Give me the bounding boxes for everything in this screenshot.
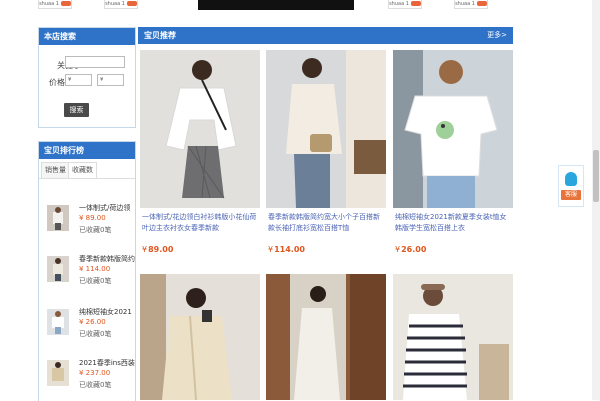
ranking-item-price: ¥ 114.00 bbox=[79, 265, 111, 273]
product-price-value: 26.00 bbox=[401, 245, 427, 254]
top-thumb-label: shuaa 1 bbox=[455, 1, 475, 7]
tab-sales[interactable]: 销售量 bbox=[41, 162, 70, 178]
product-price: ¥89.00 bbox=[142, 245, 173, 254]
top-thumb-label: shuaa 1 bbox=[39, 1, 59, 7]
ranking-tabs: 销售量 收藏数 bbox=[39, 162, 135, 178]
ranking-item-image[interactable] bbox=[47, 256, 69, 282]
tab-divider bbox=[39, 178, 135, 179]
ranking-item-collected: 已收藏0笔 bbox=[79, 330, 112, 338]
brand-logo-icon bbox=[410, 1, 421, 6]
product-photo-icon bbox=[266, 50, 386, 208]
store-search-box: 本店搜索 关键字 价格 搜索 bbox=[38, 27, 136, 128]
ranking-item-title[interactable]: 一体制式/荷边领 bbox=[79, 203, 135, 213]
price-label: 价格 bbox=[49, 78, 65, 87]
ranking-item-collected: 已收藏0笔 bbox=[79, 226, 112, 234]
product-photo-icon bbox=[393, 50, 513, 208]
keyword-input[interactable] bbox=[65, 56, 125, 68]
ranking-item-collected: 已收藏0笔 bbox=[79, 277, 112, 285]
ranking-item[interactable]: 2021春季ins西装 ¥ 237.00 已收藏0笔 bbox=[47, 358, 137, 398]
top-banner-bar bbox=[198, 0, 354, 10]
currency-symbol: ¥ bbox=[395, 245, 401, 254]
top-thumb-label: shuaa 1 bbox=[389, 1, 409, 7]
ranking-box: 宝贝排行榜 销售量 收藏数 一体制式/荷边领 ¥ 89.00 已收藏0笔 春季新… bbox=[38, 141, 136, 401]
currency-symbol: ¥ bbox=[268, 245, 274, 254]
top-thumb-3[interactable]: shuaa 1 bbox=[388, 0, 422, 9]
product-price: ¥26.00 bbox=[395, 245, 426, 254]
product-price: ¥114.00 bbox=[268, 245, 305, 254]
product-photo-icon bbox=[47, 256, 69, 282]
store-search-title: 本店搜索 bbox=[39, 28, 135, 45]
customer-service-widget[interactable]: 客服 bbox=[558, 165, 584, 207]
top-thumb-1[interactable]: shuaa 1 bbox=[38, 0, 72, 9]
product-image[interactable] bbox=[393, 274, 513, 400]
product-photo-icon bbox=[47, 205, 69, 231]
product-title[interactable]: 春季新款韩版简约宽大小个子百搭新款长袖打底衫宽松百搭T恤 bbox=[268, 212, 386, 234]
currency-symbol: ¥ bbox=[142, 245, 148, 254]
top-strip: shuaa 1 shuaa 1 shuaa 1 shuaa 1 bbox=[0, 0, 600, 14]
ranking-item-image[interactable] bbox=[47, 205, 69, 231]
customer-service-icon bbox=[565, 172, 577, 186]
ranking-item-price: ¥ 89.00 bbox=[79, 214, 106, 222]
ranking-item-price: ¥ 26.00 bbox=[79, 318, 106, 326]
top-thumb-4[interactable]: shuaa 1 bbox=[454, 0, 488, 9]
scrollbar-thumb[interactable] bbox=[593, 150, 599, 202]
product-image[interactable] bbox=[140, 274, 260, 400]
product-image[interactable] bbox=[393, 50, 513, 208]
recommend-header: 宝贝推荐 更多> bbox=[138, 27, 513, 44]
product-photo-icon bbox=[47, 309, 69, 335]
product-photo-icon bbox=[140, 274, 260, 400]
brand-logo-icon bbox=[60, 1, 71, 6]
product-photo-icon bbox=[266, 274, 386, 400]
ranking-item-image[interactable] bbox=[47, 309, 69, 335]
ranking-item-collected: 已收藏0笔 bbox=[79, 381, 112, 389]
price-min-input[interactable] bbox=[65, 74, 92, 86]
ranking-item-title[interactable]: 2021春季ins西装 bbox=[79, 358, 135, 368]
product-price-value: 114.00 bbox=[274, 245, 305, 254]
ranking-item[interactable]: 一体制式/荷边领 ¥ 89.00 已收藏0笔 bbox=[47, 203, 137, 243]
product-photo-icon bbox=[47, 360, 69, 386]
ranking-item[interactable]: 纯棉短袖女2021 ¥ 26.00 已收藏0笔 bbox=[47, 307, 137, 347]
brand-logo-icon bbox=[476, 1, 487, 6]
tab-favorites[interactable]: 收藏数 bbox=[68, 162, 97, 178]
ranking-item-title[interactable]: 纯棉短袖女2021 bbox=[79, 307, 135, 317]
ranking-item-price: ¥ 237.00 bbox=[79, 369, 111, 377]
ranking-item[interactable]: 春季新款韩版简约 ¥ 114.00 已收藏0笔 bbox=[47, 254, 137, 294]
top-thumb-2[interactable]: shuaa 1 bbox=[104, 0, 138, 9]
product-title[interactable]: 一体制式/花边领白衬衫韩版小花仙荷叶边主衣衬衣女春季新款 bbox=[142, 212, 260, 234]
product-photo-icon bbox=[140, 50, 260, 208]
product-image[interactable] bbox=[140, 50, 260, 208]
brand-logo-icon bbox=[126, 1, 137, 6]
ranking-title: 宝贝排行榜 bbox=[39, 142, 135, 159]
product-image[interactable] bbox=[266, 274, 386, 400]
product-price-value: 89.00 bbox=[148, 245, 174, 254]
search-button[interactable]: 搜索 bbox=[64, 103, 89, 117]
recommend-title: 宝贝推荐 bbox=[144, 31, 176, 40]
top-thumb-label: shuaa 1 bbox=[105, 1, 125, 7]
product-title[interactable]: 纯棉短袖女2021新款夏季女装t恤女韩版学生宽松百搭上衣 bbox=[395, 212, 513, 234]
price-max-input[interactable] bbox=[97, 74, 124, 86]
ranking-item-image[interactable] bbox=[47, 360, 69, 386]
product-photo-icon bbox=[393, 274, 513, 400]
customer-service-label: 客服 bbox=[561, 190, 581, 200]
product-image[interactable] bbox=[266, 50, 386, 208]
ranking-item-title[interactable]: 春季新款韩版简约 bbox=[79, 254, 135, 264]
more-link[interactable]: 更多> bbox=[487, 27, 507, 44]
